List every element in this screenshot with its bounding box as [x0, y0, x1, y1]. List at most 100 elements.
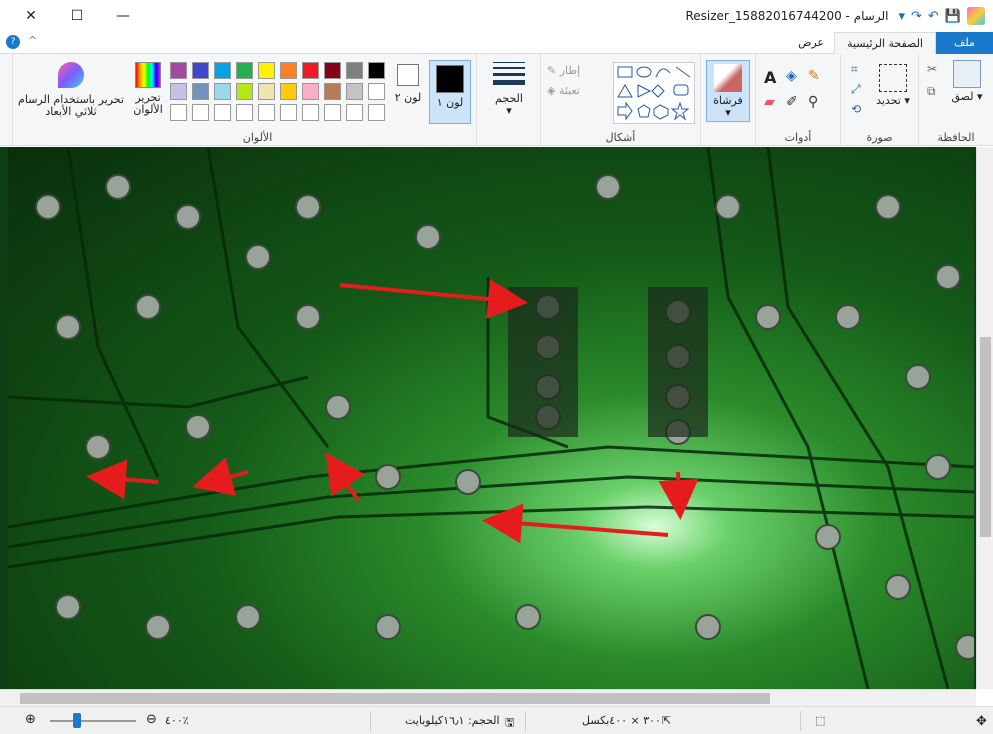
clipboard-icon: [953, 60, 981, 88]
outline-label: إطار: [559, 64, 581, 77]
color-picker-icon[interactable]: ✐: [786, 94, 798, 110]
custom-color-swatch[interactable]: [170, 104, 187, 121]
text-tool-icon[interactable]: A: [764, 68, 776, 87]
paint-app-icon: [967, 7, 985, 25]
color-swatch[interactable]: [170, 62, 187, 79]
brushes-label: فرشاة: [713, 94, 743, 107]
paint3d-group: تحرير باستخدام الرسام ثلاثي الأبعاد: [12, 54, 128, 146]
custom-color-swatch[interactable]: [280, 104, 297, 121]
color-swatch[interactable]: [302, 83, 319, 100]
zoom-slider[interactable]: [50, 720, 136, 722]
color-swatch[interactable]: [258, 83, 275, 100]
color-swatch[interactable]: [236, 83, 253, 100]
outline-button[interactable]: ✎ إطار: [547, 64, 580, 77]
redo-icon[interactable]: ↷: [911, 9, 922, 24]
horizontal-scroll-thumb[interactable]: [20, 693, 770, 704]
edit-colors-button[interactable]: تحرير الألوان: [130, 62, 166, 116]
brush-icon: [714, 64, 742, 92]
circuit-board-photo: [7, 147, 976, 689]
help-icon[interactable]: ?: [6, 35, 20, 49]
drawing-canvas[interactable]: [0, 147, 976, 689]
vertical-scroll-thumb[interactable]: [980, 337, 991, 537]
clipboard-group-label: الحافظة: [937, 131, 975, 144]
annotation-arrows: [86, 279, 699, 544]
color2-button[interactable]: لون ٢: [391, 64, 425, 104]
custom-color-swatch[interactable]: [258, 104, 275, 121]
color-swatch[interactable]: [214, 62, 231, 79]
color-swatch[interactable]: [346, 83, 363, 100]
color-swatch[interactable]: [214, 83, 231, 100]
title-area: Resizer_15882016744200 - الرسام ▾ ↷ ↶ 💾: [685, 7, 985, 25]
color-swatch[interactable]: [236, 62, 253, 79]
tab-file[interactable]: ملف: [936, 32, 993, 54]
undo-icon[interactable]: ↶: [928, 9, 939, 24]
minimize-button[interactable]: —: [100, 0, 146, 32]
color-swatch[interactable]: [324, 62, 341, 79]
dimensions-icon: ⇱: [662, 714, 672, 727]
chevron-down-icon[interactable]: ▾: [898, 9, 905, 24]
paste-button[interactable]: لصق ▾: [947, 60, 987, 103]
shapes-gallery-icons: [617, 66, 691, 121]
zoom-in-button[interactable]: ⊕: [25, 712, 36, 727]
custom-color-swatch[interactable]: [192, 104, 209, 121]
color-swatch[interactable]: [368, 83, 385, 100]
pencil-icon[interactable]: ✎: [808, 68, 820, 84]
brushes-button[interactable]: فرشاة ▾: [706, 60, 750, 122]
paint3d-button[interactable]: تحرير باستخدام الرسام ثلاثي الأبعاد: [17, 62, 125, 118]
close-button[interactable]: ✕: [8, 0, 54, 32]
color2-swatch: [397, 64, 419, 86]
fill-icon[interactable]: ◈: [786, 68, 797, 84]
tab-home[interactable]: الصفحة الرئيسية: [834, 32, 936, 54]
color-swatch[interactable]: [324, 83, 341, 100]
tab-view[interactable]: عرض: [786, 32, 836, 54]
eraser-icon[interactable]: ▰: [764, 94, 775, 110]
vertical-scrollbar[interactable]: [976, 147, 993, 689]
rotate-icon[interactable]: ⟲: [851, 102, 861, 116]
color-swatch[interactable]: [280, 83, 297, 100]
crop-icon[interactable]: ⌗: [851, 62, 858, 77]
size-button[interactable]: الحجم ▾: [485, 62, 533, 117]
collapse-ribbon-icon[interactable]: ^: [28, 34, 37, 47]
active-colors: لون ١ لون ٢: [387, 54, 476, 146]
color-swatch[interactable]: [346, 62, 363, 79]
file-size: الحجم: ١٦٫١كيلوبايت: [405, 714, 500, 727]
clipboard-group: لصق ▾ ✂ ⧉ الحافظة: [918, 54, 993, 146]
resize-icon[interactable]: ⤢: [851, 82, 861, 97]
zoom-out-button[interactable]: ⊖: [146, 712, 157, 727]
outline-icon: ✎: [547, 64, 557, 77]
color-swatch[interactable]: [170, 83, 187, 100]
size-group: الحجم ▾: [476, 54, 540, 146]
ribbon: لصق ▾ ✂ ⧉ الحافظة تحديد ▾ ⌗ ⤢ ⟲ صورة A ◈…: [0, 54, 993, 146]
window-controls: ✕ ☐ —: [8, 0, 146, 32]
fill-shape-button[interactable]: ◈ تعبئة: [547, 84, 580, 97]
select-button[interactable]: تحديد ▾: [873, 64, 913, 107]
custom-color-swatch[interactable]: [346, 104, 363, 121]
save-icon[interactable]: 💾: [945, 9, 961, 24]
zoom-slider-thumb[interactable]: [73, 713, 81, 728]
color-swatch[interactable]: [302, 62, 319, 79]
copy-icon[interactable]: ⧉: [927, 84, 936, 99]
custom-color-swatch[interactable]: [214, 104, 231, 121]
custom-color-swatch[interactable]: [324, 104, 341, 121]
arrow-4: [325, 452, 365, 502]
custom-color-swatch[interactable]: [302, 104, 319, 121]
magnifier-icon[interactable]: ⚲: [808, 94, 818, 110]
maximize-button[interactable]: ☐: [54, 0, 100, 32]
fill-shape-icon: ◈: [547, 84, 556, 97]
custom-color-swatch[interactable]: [236, 104, 253, 121]
status-bar: ✥ ⬚ ٣٠٠ × ٤٠٠بكسل ⇱ الحجم: ١٦٫١كيلوبايت …: [0, 706, 993, 734]
color1-button[interactable]: لون ١: [429, 60, 471, 124]
shapes-gallery[interactable]: [613, 62, 695, 124]
image-group: تحديد ▾ ⌗ ⤢ ⟲ صورة: [840, 54, 918, 146]
color-swatch[interactable]: [192, 83, 209, 100]
custom-color-swatch[interactable]: [368, 104, 385, 121]
colors-group: تحرير الألوان الألوان: [128, 54, 387, 146]
color-swatch[interactable]: [280, 62, 297, 79]
image-group-label: صورة: [866, 131, 893, 144]
cut-icon[interactable]: ✂: [927, 62, 937, 76]
color-swatch[interactable]: [368, 62, 385, 79]
disk-icon: 🖫: [505, 716, 515, 729]
color-swatch[interactable]: [192, 62, 209, 79]
color-swatch[interactable]: [258, 62, 275, 79]
horizontal-scrollbar[interactable]: [0, 689, 976, 706]
